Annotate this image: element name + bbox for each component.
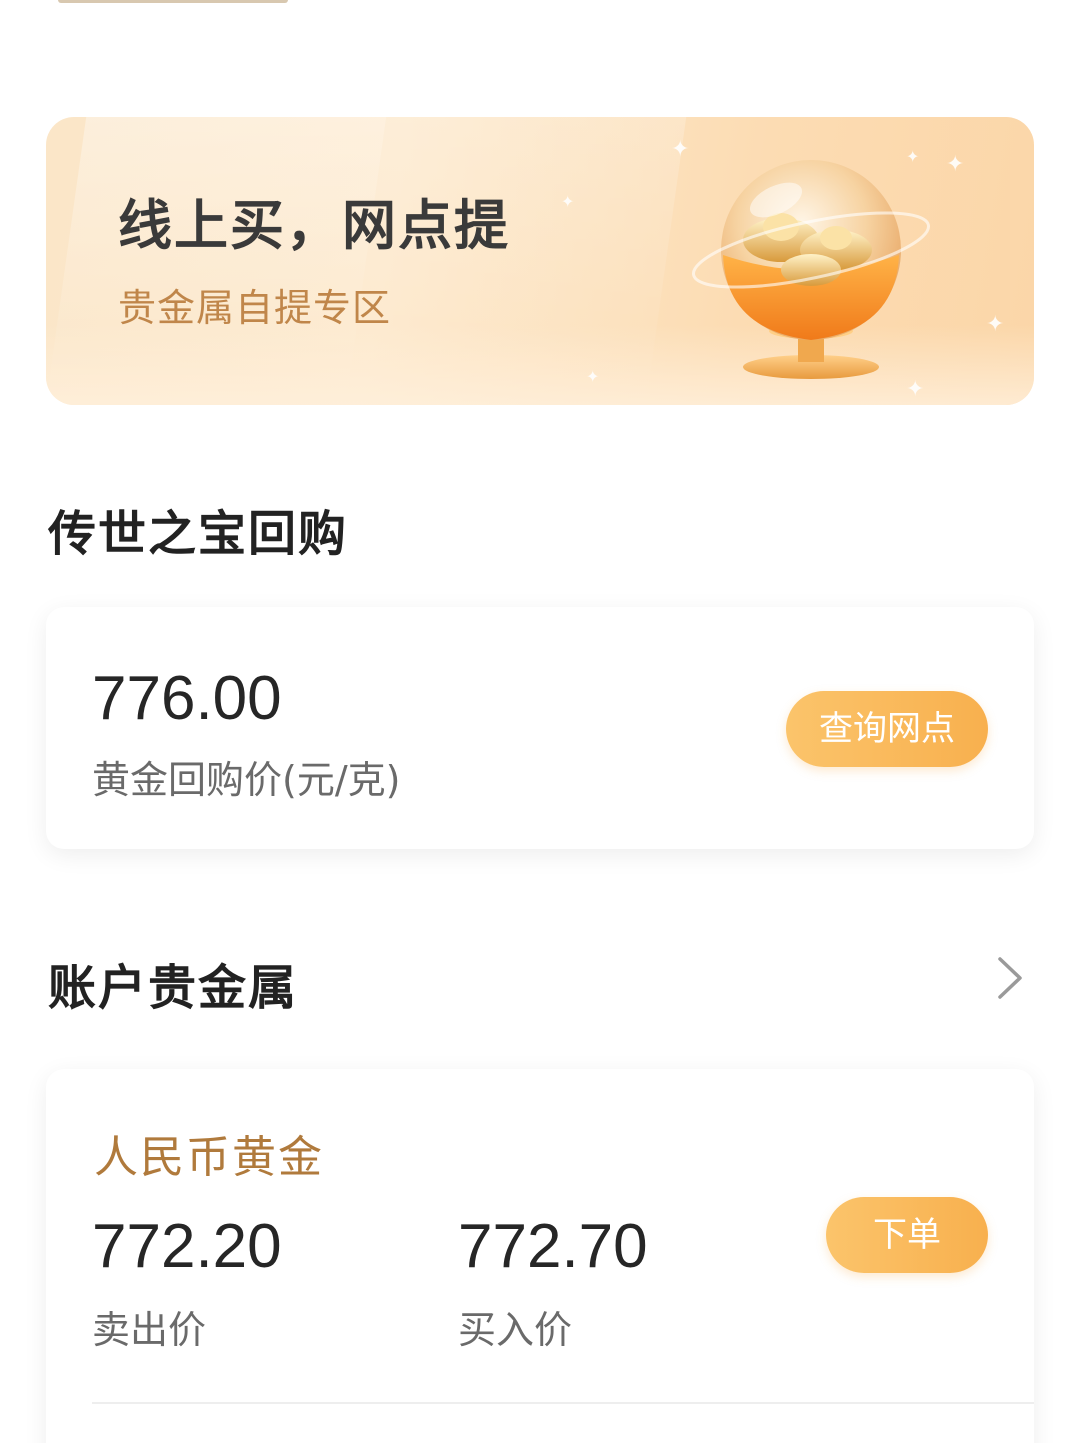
account-metals-section-title[interactable]: 账户贵金属	[48, 948, 298, 1018]
sparkle-icon: ✦	[586, 367, 600, 386]
banner-title: 线上买，网点提	[118, 194, 510, 257]
sparkle-icon: ✦	[946, 152, 965, 177]
top-tab-indicator	[58, 0, 288, 3]
page: 线上买，网点提 贵金属自提专区 ✦ ✦ ✦ ✦ ✦ ✦ ✦ 传世之宝回购 776…	[0, 0, 1080, 1443]
buy-price-label: 买入价	[458, 1308, 573, 1352]
sparkle-icon: ✦	[561, 192, 575, 211]
self-pickup-banner[interactable]: 线上买，网点提 贵金属自提专区 ✦ ✦ ✦ ✦ ✦ ✦ ✦	[46, 117, 1034, 405]
gold-ingot-globe-icon	[686, 145, 946, 385]
place-order-button[interactable]: 下单	[826, 1197, 988, 1273]
buyback-price-label: 黄金回购价(元/克)	[92, 758, 401, 802]
card-divider	[92, 1402, 1034, 1404]
heirloom-section-title: 传世之宝回购	[48, 506, 349, 562]
heirloom-buyback-card: 776.00 黄金回购价(元/克) 查询网点	[46, 607, 1034, 849]
chevron-right-icon[interactable]	[990, 953, 1030, 1003]
sparkle-icon: ✦	[986, 312, 1005, 337]
buyback-price: 776.00	[92, 664, 282, 733]
product-name: 人民币黄金	[94, 1132, 324, 1183]
buy-price: 772.70	[458, 1212, 648, 1281]
rmb-gold-card: 人民币黄金 772.20 卖出价 772.70 买入价 下单	[46, 1069, 1034, 1443]
query-outlets-button[interactable]: 查询网点	[786, 691, 988, 767]
banner-subtitle: 贵金属自提专区	[118, 286, 392, 330]
sell-price-label: 卖出价	[92, 1308, 207, 1352]
sell-price: 772.20	[92, 1212, 282, 1281]
